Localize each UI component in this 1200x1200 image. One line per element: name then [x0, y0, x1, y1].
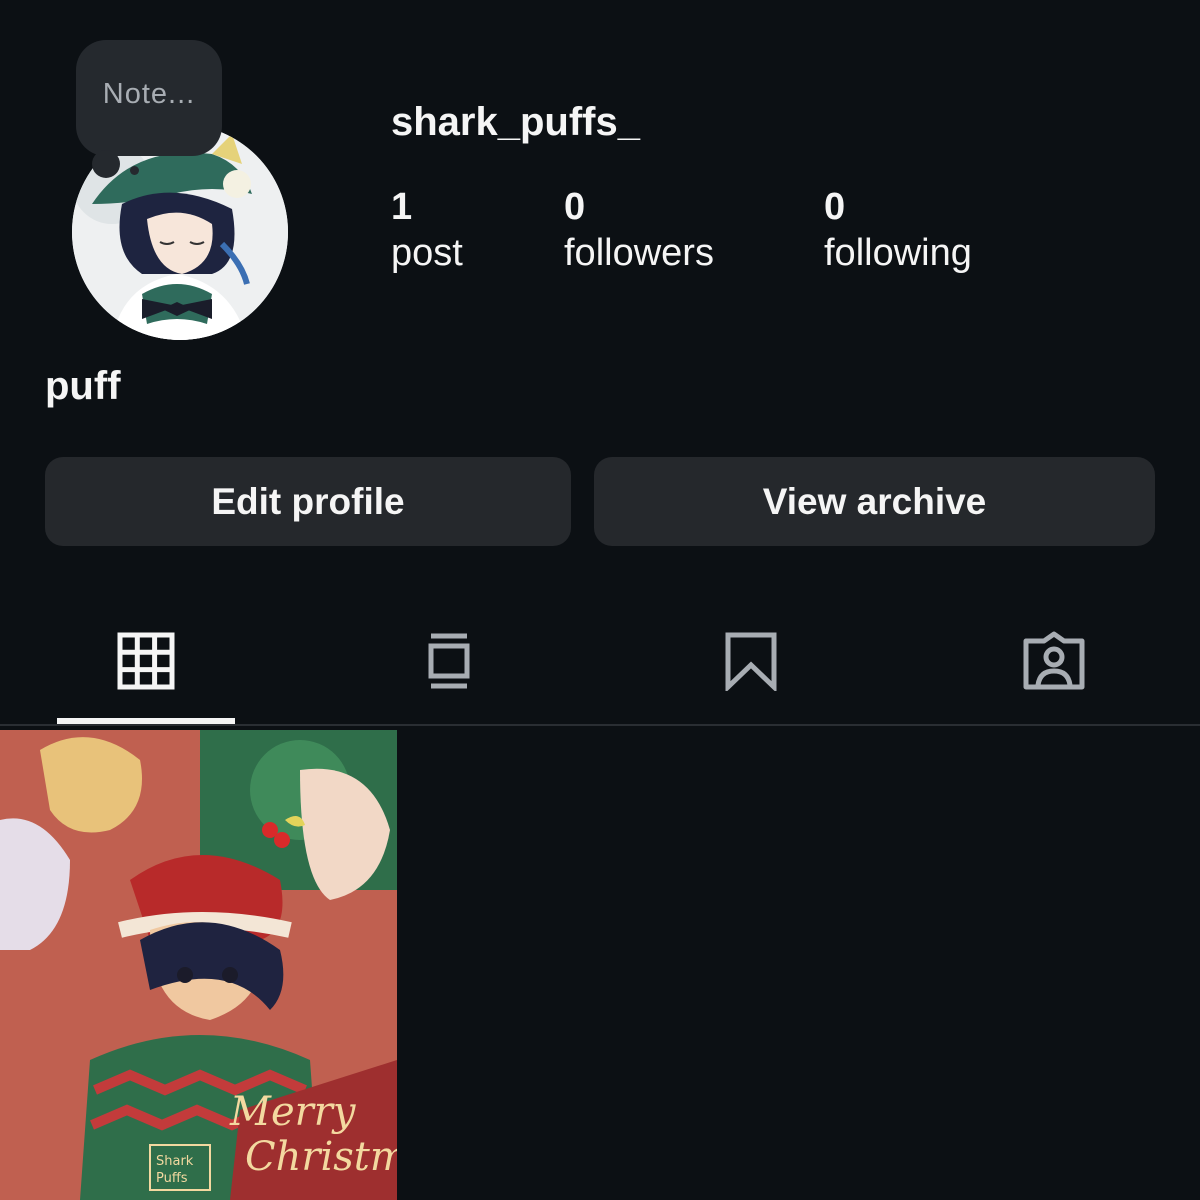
bookmark-icon	[725, 632, 777, 691]
followers-label: followers	[564, 232, 714, 274]
profile-page: Note... shark_puffs_ 1 post 0 followers …	[0, 0, 1200, 1200]
view-archive-button[interactable]: View archive	[594, 457, 1155, 546]
grid-icon	[117, 632, 175, 690]
following-count: 0	[824, 186, 846, 228]
edit-profile-button[interactable]: Edit profile	[45, 457, 571, 546]
post-signature-line2: Puffs	[156, 1171, 188, 1186]
post-thumbnail[interactable]: Merry Christmas Shark Puffs	[0, 730, 397, 1200]
stat-following[interactable]: 0 following	[824, 186, 972, 278]
note-placeholder: Note...	[102, 77, 196, 110]
posts-label: post	[391, 232, 463, 274]
following-label: following	[824, 232, 972, 274]
tagged-person-icon	[1023, 631, 1085, 690]
tab-tagged[interactable]	[965, 600, 1143, 722]
post-caption-art-line2: Christmas	[245, 1134, 397, 1180]
tab-reels[interactable]	[360, 600, 538, 722]
display-name: puff	[45, 364, 121, 408]
followers-count: 0	[564, 186, 586, 228]
tab-posts-grid[interactable]	[57, 600, 235, 722]
post-caption-art: Merry	[229, 1089, 357, 1135]
stat-followers[interactable]: 0 followers	[564, 186, 714, 278]
post-illustration: Merry Christmas Shark Puffs	[0, 730, 397, 1200]
note-bubble[interactable]: Note...	[76, 40, 222, 156]
note-bubble-tail	[92, 150, 120, 178]
reels-icon	[428, 633, 470, 689]
tabs-divider	[0, 724, 1200, 726]
post-signature: Shark	[156, 1154, 194, 1169]
tab-saved[interactable]	[662, 600, 840, 722]
note-bubble-tail-small	[130, 166, 139, 175]
stat-posts[interactable]: 1 post	[391, 186, 463, 278]
profile-tabs	[0, 600, 1200, 728]
posts-count: 1	[391, 186, 413, 228]
username: shark_puffs_	[391, 100, 640, 144]
